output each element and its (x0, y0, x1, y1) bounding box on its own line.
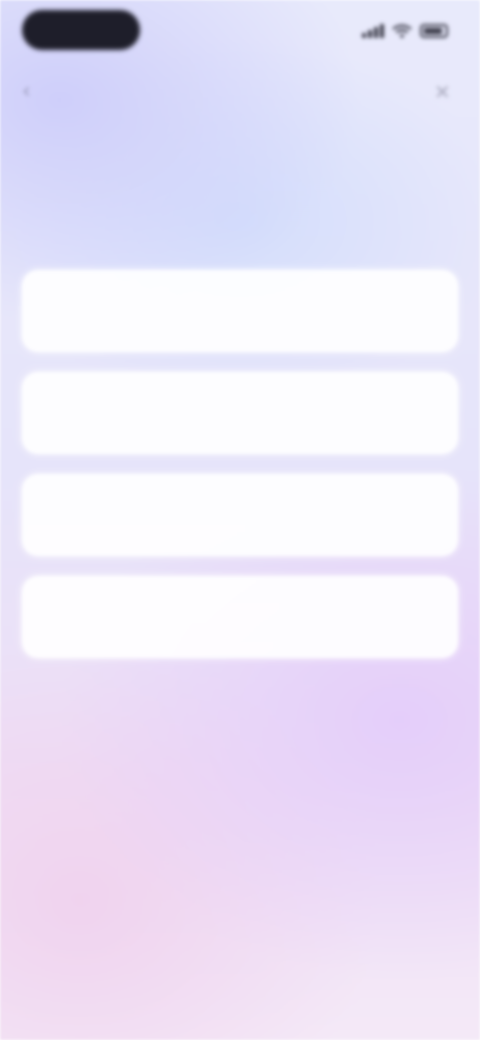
answer-option-2[interactable] (22, 372, 458, 454)
survey-screen: ‹ ✕ (0, 0, 480, 1040)
answer-option-4[interactable] (22, 576, 458, 658)
status-time (22, 10, 140, 50)
answer-option-1[interactable] (22, 270, 458, 352)
answer-options (22, 270, 458, 678)
status-icons (362, 22, 448, 40)
nav-bar: ‹ ✕ (0, 70, 480, 114)
signal-icon (362, 24, 384, 38)
status-bar (0, 0, 480, 64)
nav-title (140, 80, 340, 104)
close-icon[interactable]: ✕ (434, 80, 458, 104)
answer-option-3[interactable] (22, 474, 458, 556)
battery-icon (420, 24, 448, 38)
wifi-icon (392, 24, 412, 38)
chevron-left-icon[interactable]: ‹ (22, 80, 46, 104)
